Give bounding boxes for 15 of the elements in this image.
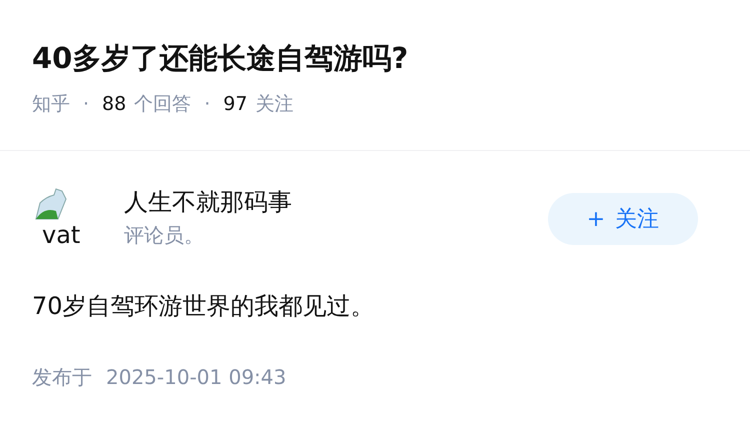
question-title: 40多岁了还能长途自驾游吗? — [32, 40, 408, 77]
separator-dot: · — [83, 92, 90, 117]
source-label: 知乎 — [32, 92, 70, 117]
follow-button[interactable]: + 关注 — [548, 193, 698, 245]
author-headline: 评论员。 — [124, 222, 204, 249]
author-name[interactable]: 人生不就那码事 — [124, 187, 292, 217]
follower-count: 97 — [223, 92, 248, 117]
avatar-alt-text: vat — [42, 221, 80, 249]
separator-dot: · — [204, 92, 210, 117]
answer-count: 88 — [102, 92, 126, 117]
answer-content: 70岁自驾环游世界的我都见过。 — [32, 291, 375, 322]
answer-label: 个回答 — [134, 92, 192, 117]
published-time: 2025-10-01 09:43 — [106, 364, 286, 391]
published-label: 发布于 — [32, 364, 92, 391]
follower-label: 关注 — [255, 92, 294, 117]
